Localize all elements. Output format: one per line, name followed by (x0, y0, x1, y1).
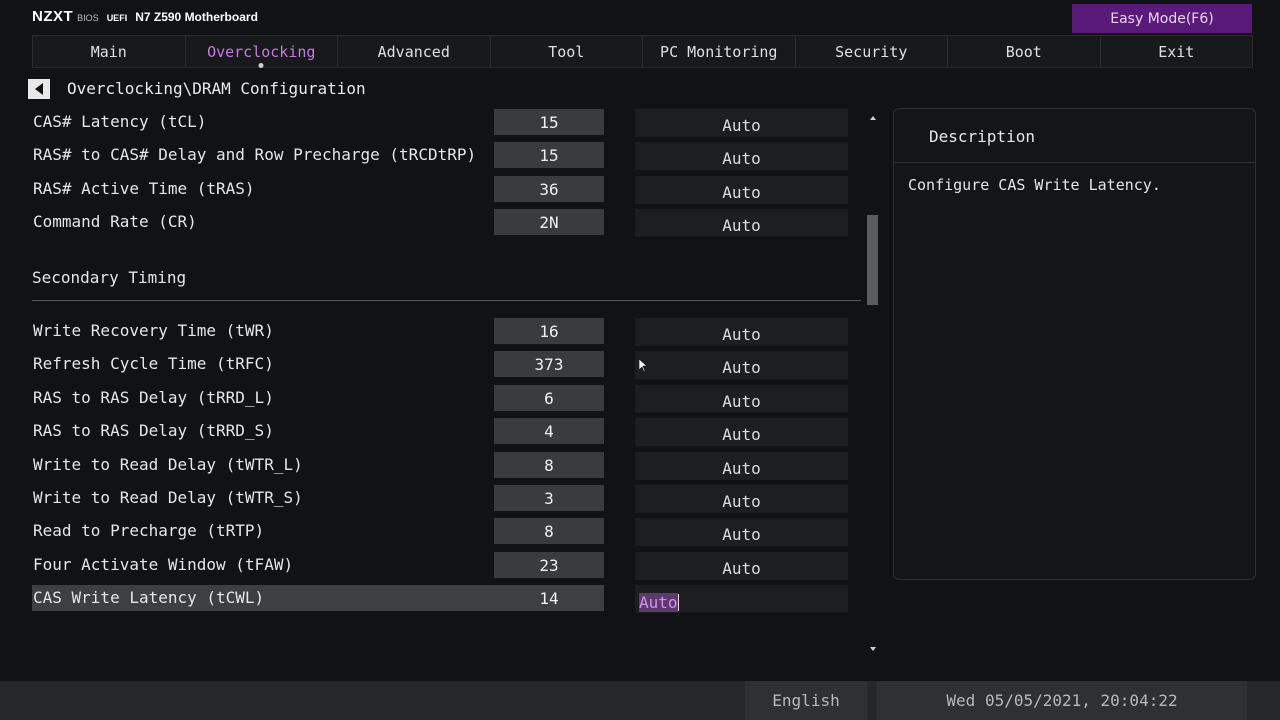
setting-row-tfaw[interactable]: Four Activate Window (tFAW) 23 (32, 552, 604, 578)
tab-advanced[interactable]: Advanced (338, 36, 491, 67)
setting-label: Four Activate Window (tFAW) (33, 555, 294, 574)
setting-label: Read to Precharge (tRTP) (33, 521, 265, 540)
setting-row-twtr-s[interactable]: Write to Read Delay (tWTR_S) 3 (32, 485, 604, 511)
scroll-up-icon[interactable] (869, 114, 877, 122)
mode-field-trcdtrp[interactable]: Auto (635, 142, 848, 170)
scrollbar[interactable] (868, 112, 878, 657)
easy-mode-button[interactable]: Easy Mode(F6) (1072, 4, 1252, 33)
mode-field-twtr-s[interactable]: Auto (635, 485, 848, 513)
setting-value: 6 (494, 385, 604, 411)
text-caret (677, 593, 679, 611)
mode-field-tras[interactable]: Auto (635, 176, 848, 204)
setting-label: CAS Write Latency (tCWL) (33, 588, 265, 607)
setting-row-twr[interactable]: Write Recovery Time (tWR) 16 (32, 318, 604, 344)
mode-field-tfaw[interactable]: Auto (635, 552, 848, 580)
setting-row-tcl[interactable]: CAS# Latency (tCL) 15 (32, 109, 604, 135)
scrollbar-thumb[interactable] (867, 215, 878, 305)
mode-field-trfc[interactable]: Auto (635, 351, 848, 379)
setting-row-trfc[interactable]: Refresh Cycle Time (tRFC) 373 (32, 351, 604, 377)
tab-tool[interactable]: Tool (490, 36, 643, 67)
brand-header: NZXT BIOS UEFI N7 Z590 Motherboard (32, 8, 258, 28)
main-tabs: Main Overclocking Advanced Tool PC Monit… (32, 35, 1253, 68)
setting-label: RAS to RAS Delay (tRRD_L) (33, 388, 274, 407)
setting-row-trrd-l[interactable]: RAS to RAS Delay (tRRD_L) 6 (32, 385, 604, 411)
mode-field-trtp[interactable]: Auto (635, 518, 848, 546)
setting-value: 15 (494, 109, 604, 135)
back-arrow-icon (35, 83, 43, 95)
setting-value: 4 (494, 418, 604, 444)
setting-value: 8 (494, 452, 604, 478)
setting-label: Write Recovery Time (tWR) (33, 321, 274, 340)
mode-input-text: Auto (639, 592, 678, 612)
mouse-pointer-icon (638, 358, 648, 377)
setting-value: 8 (494, 518, 604, 544)
mode-field-trrd-l[interactable]: Auto (635, 385, 848, 413)
setting-value: 23 (494, 552, 604, 578)
setting-label: Command Rate (CR) (33, 212, 197, 231)
setting-value: 15 (494, 142, 604, 168)
setting-value: 14 (539, 588, 559, 608)
tab-overclocking[interactable]: Overclocking (185, 36, 338, 67)
language-selector[interactable]: English (745, 681, 867, 720)
setting-label: RAS# Active Time (tRAS) (33, 179, 255, 198)
breadcrumb: Overclocking\DRAM Configuration (67, 79, 366, 98)
setting-value: 373 (494, 351, 604, 377)
tab-pc-monitoring[interactable]: PC Monitoring (643, 36, 796, 67)
tab-boot[interactable]: Boot (948, 36, 1101, 67)
setting-value: 16 (494, 318, 604, 344)
uefi-label: UEFI (106, 13, 128, 23)
section-title-secondary: Secondary Timing (32, 268, 187, 287)
setting-value: 3 (494, 485, 604, 511)
setting-row-trtp[interactable]: Read to Precharge (tRTP) 8 (32, 518, 604, 544)
setting-row-trcdtrp[interactable]: RAS# to CAS# Delay and Row Precharge (tR… (32, 142, 604, 168)
board-name: N7 Z590 Motherboard (135, 10, 258, 24)
setting-label: RAS to RAS Delay (tRRD_S) (33, 421, 274, 440)
setting-label: Write to Read Delay (tWTR_S) (33, 488, 303, 507)
mode-field-twr[interactable]: Auto (635, 318, 848, 346)
setting-row-tcwl[interactable]: CAS Write Latency (tCWL) 14 (32, 585, 604, 611)
tab-main[interactable]: Main (33, 36, 186, 67)
setting-label: Refresh Cycle Time (tRFC) (33, 354, 274, 373)
date-time: Wed 05/05/2021, 20:04:22 (877, 681, 1247, 720)
setting-row-twtr-l[interactable]: Write to Read Delay (tWTR_L) 8 (32, 452, 604, 478)
nzxt-logo: NZXT (32, 8, 74, 25)
mode-input-tcwl[interactable]: Auto (635, 585, 848, 613)
setting-row-tras[interactable]: RAS# Active Time (tRAS) 36 (32, 176, 604, 202)
setting-row-cr[interactable]: Command Rate (CR) 2N (32, 209, 604, 235)
setting-value: 2N (494, 209, 604, 235)
scroll-down-icon[interactable] (869, 645, 877, 653)
setting-label: Write to Read Delay (tWTR_L) (33, 455, 303, 474)
tab-exit[interactable]: Exit (1100, 36, 1252, 67)
setting-row-trrd-s[interactable]: RAS to RAS Delay (tRRD_S) 4 (32, 418, 604, 444)
tab-security[interactable]: Security (795, 36, 948, 67)
setting-label: CAS# Latency (tCL) (33, 112, 207, 131)
setting-value: 36 (494, 176, 604, 202)
back-button[interactable] (28, 79, 50, 99)
mode-field-tcl[interactable]: Auto (635, 109, 848, 137)
mode-field-twtr-l[interactable]: Auto (635, 452, 848, 480)
description-text: Configure CAS Write Latency. (908, 176, 1161, 194)
setting-label: RAS# to CAS# Delay and Row Precharge (tR… (33, 145, 477, 164)
mode-field-trrd-s[interactable]: Auto (635, 418, 848, 446)
mode-field-cr[interactable]: Auto (635, 209, 848, 237)
section-divider (32, 300, 861, 301)
bios-label: BIOS (77, 13, 99, 23)
description-title: Description (929, 127, 1035, 146)
